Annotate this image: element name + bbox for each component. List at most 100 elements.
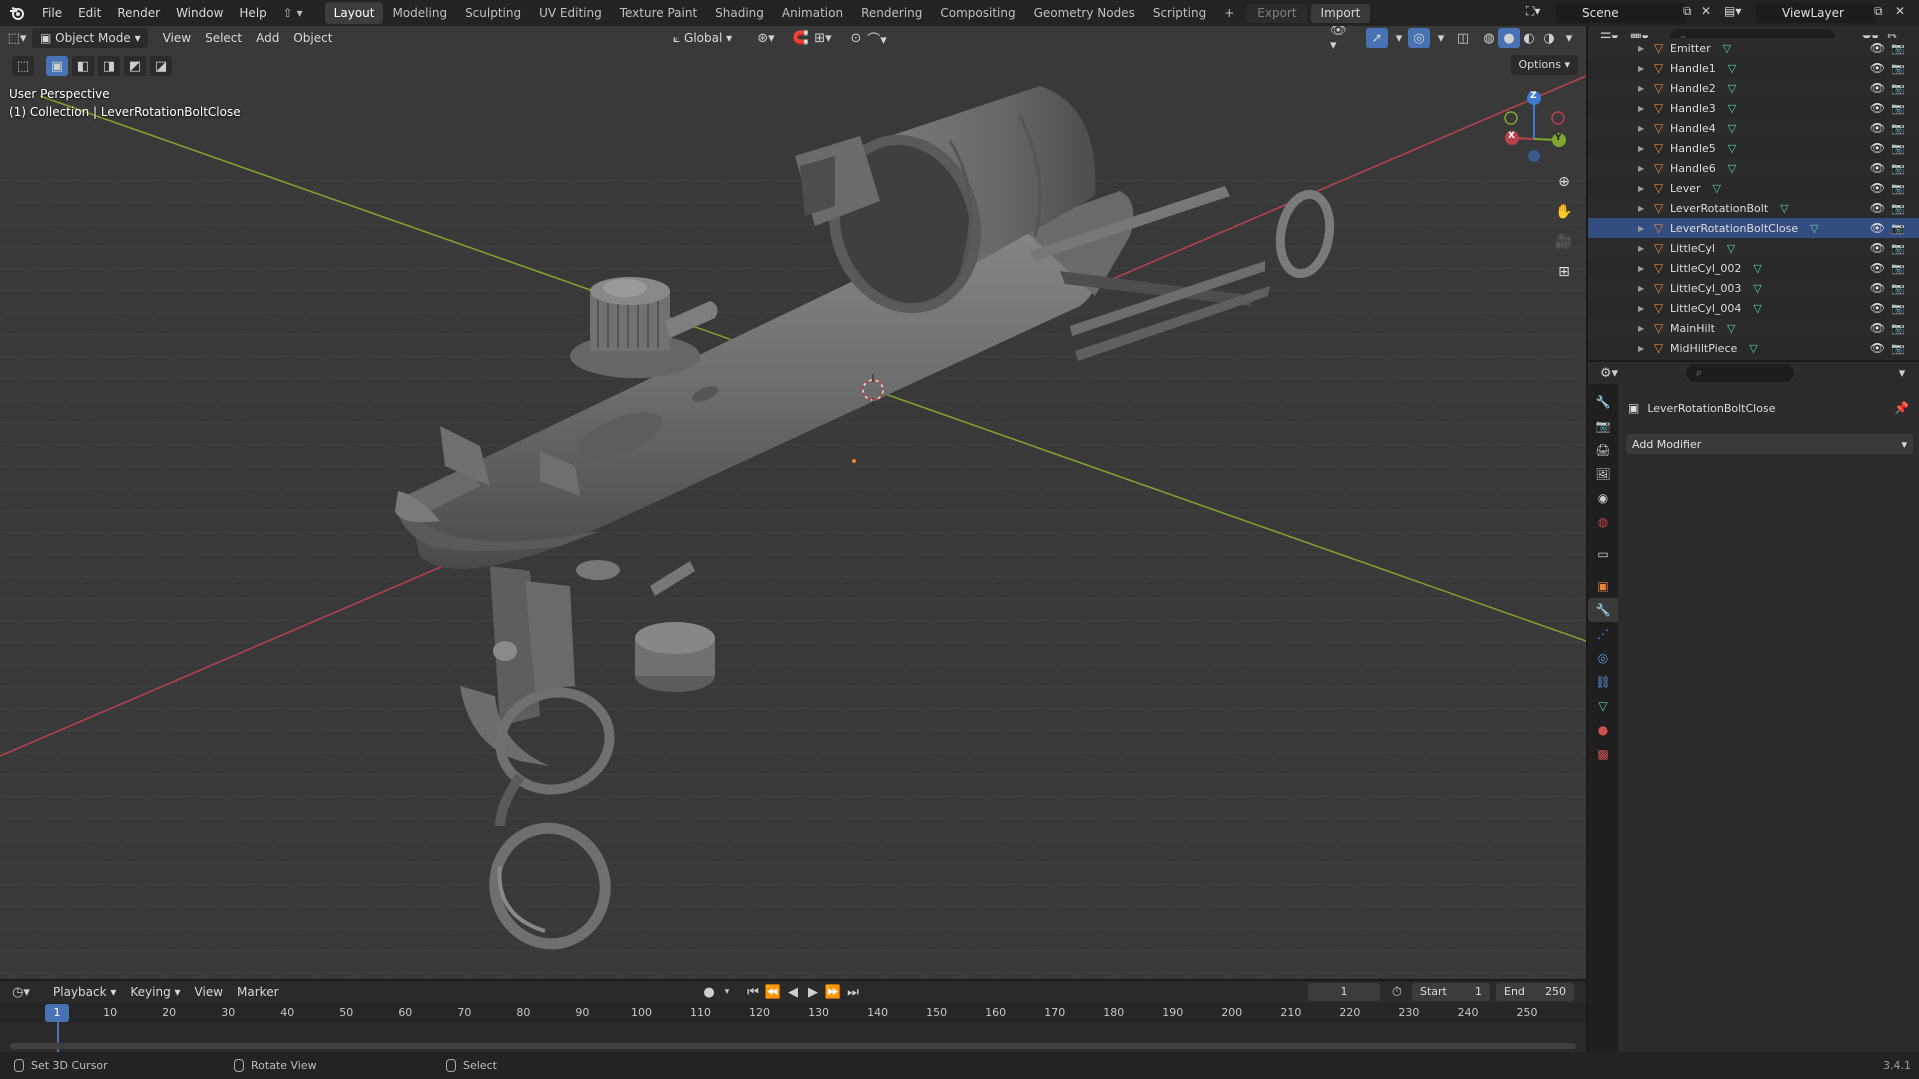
tool-tab-icon[interactable]: 🔧: [1588, 390, 1618, 414]
camera-icon[interactable]: 📷: [1891, 102, 1905, 115]
outliner-item-leverrotationboltclose[interactable]: ▶ ▽ LeverRotationBoltClose ▽ 👁 📷: [1588, 218, 1919, 238]
expand-arrow-icon[interactable]: ▶: [1638, 44, 1650, 53]
mesh-data-icon[interactable]: ▽: [1753, 262, 1761, 275]
timeline-scrollbar[interactable]: [10, 1043, 1576, 1049]
scene-tab-icon[interactable]: ◉: [1588, 486, 1618, 510]
outliner-item-littlecyl-004[interactable]: ▶ ▽ LittleCyl_004 ▽ 👁 📷: [1588, 298, 1919, 318]
expand-arrow-icon[interactable]: ▶: [1638, 324, 1650, 333]
jump-end-icon[interactable]: ⏭: [842, 982, 864, 1002]
current-frame-indicator[interactable]: 1: [45, 1004, 69, 1022]
expand-arrow-icon[interactable]: ▶: [1638, 104, 1650, 113]
snap-target-icon[interactable]: ⊞▾: [812, 28, 834, 48]
eye-icon[interactable]: 👁: [1870, 61, 1885, 75]
expand-arrow-icon[interactable]: ▶: [1638, 64, 1650, 73]
mesh-data-icon[interactable]: ▽: [1728, 142, 1736, 155]
outliner-item-label[interactable]: LeverRotationBolt: [1670, 202, 1768, 215]
tab-scripting[interactable]: Scripting: [1144, 2, 1215, 24]
new-scene-icon[interactable]: ⧉: [1683, 4, 1692, 19]
expand-arrow-icon[interactable]: ▶: [1638, 244, 1650, 253]
outliner-item-label[interactable]: Handle4: [1670, 122, 1716, 135]
eye-icon[interactable]: 👁: [1870, 161, 1885, 175]
play-reverse-icon[interactable]: ◀: [782, 982, 804, 1002]
outliner-item-label[interactable]: LittleCyl_004: [1670, 302, 1741, 315]
eye-icon[interactable]: 👁: [1870, 201, 1885, 215]
particles-tab-icon[interactable]: ⋰: [1588, 622, 1618, 646]
mesh-data-icon[interactable]: ▽: [1728, 122, 1736, 135]
eye-icon[interactable]: 👁: [1870, 181, 1885, 195]
mesh-data-icon[interactable]: ▽: [1713, 182, 1721, 195]
physics-tab-icon[interactable]: ◎: [1588, 646, 1618, 670]
mesh-data-icon[interactable]: ▽: [1728, 62, 1736, 75]
menu-view[interactable]: View: [156, 28, 198, 48]
outliner-item-handle6[interactable]: ▶ ▽ Handle6 ▽ 👁 📷: [1588, 158, 1919, 178]
camera-icon[interactable]: 📷: [1891, 302, 1905, 315]
import-button[interactable]: Import: [1310, 3, 1371, 23]
tab-rendering[interactable]: Rendering: [852, 2, 931, 24]
gizmo-dropdown-icon[interactable]: ▾: [1388, 28, 1410, 48]
outliner-item-littlecyl-002[interactable]: ▶ ▽ LittleCyl_002 ▽ 👁 📷: [1588, 258, 1919, 278]
material-tab-icon[interactable]: ●: [1588, 718, 1618, 742]
expand-arrow-icon[interactable]: ▶: [1638, 164, 1650, 173]
world-tab-icon[interactable]: ◍: [1588, 510, 1618, 534]
eye-icon[interactable]: 👁: [1870, 101, 1885, 115]
new-view-layer-icon[interactable]: ⧉: [1874, 4, 1883, 19]
render-tab-icon[interactable]: 📷: [1588, 414, 1618, 438]
menu-add[interactable]: Add: [249, 28, 286, 48]
outliner-item-littlecyl-003[interactable]: ▶ ▽ LittleCyl_003 ▽ 👁 📷: [1588, 278, 1919, 298]
editor-type-icon[interactable]: ⬚▾: [6, 28, 28, 48]
delete-view-layer-icon[interactable]: ✕: [1895, 4, 1905, 18]
menu-object[interactable]: Object: [286, 28, 339, 48]
preview-range-icon[interactable]: ⏱: [1386, 982, 1408, 1002]
mesh-data-icon[interactable]: ▽: [1749, 342, 1757, 355]
outliner-item-label[interactable]: Handle3: [1670, 102, 1716, 115]
outliner-item-label[interactable]: Handle6: [1670, 162, 1716, 175]
outliner-item-midhiltpiece[interactable]: ▶ ▽ MidHiltPiece ▽ 👁 📷: [1588, 338, 1919, 358]
data-tab-icon[interactable]: ▽: [1588, 694, 1618, 718]
mesh-data-icon[interactable]: ▽: [1753, 302, 1761, 315]
eye-icon[interactable]: 👁: [1870, 341, 1885, 355]
outliner-item-label[interactable]: Emitter: [1670, 42, 1711, 55]
delete-scene-icon[interactable]: ✕: [1701, 4, 1711, 18]
eye-icon[interactable]: 👁: [1870, 241, 1885, 255]
ortho-toggle-icon[interactable]: ⊞: [1552, 260, 1576, 284]
play-icon[interactable]: ▶: [802, 982, 824, 1002]
menu-window[interactable]: Window: [168, 0, 231, 26]
camera-icon[interactable]: 📷: [1891, 342, 1905, 355]
view-layer-icon[interactable]: ▤▾: [1724, 4, 1741, 18]
camera-icon[interactable]: 📷: [1891, 62, 1905, 75]
proportional-edit-icon[interactable]: ⊙: [845, 28, 867, 48]
outliner-item-label[interactable]: LittleCyl_002: [1670, 262, 1741, 275]
camera-icon[interactable]: 📷: [1891, 242, 1905, 255]
mesh-data-icon[interactable]: ▽: [1780, 202, 1788, 215]
export-button[interactable]: Export: [1247, 3, 1307, 23]
eye-icon[interactable]: 👁: [1870, 141, 1885, 155]
eye-icon[interactable]: 👁: [1870, 221, 1885, 235]
collection-tab-icon[interactable]: ▭: [1588, 542, 1618, 566]
blender-logo-icon[interactable]: [0, 5, 34, 21]
outliner-item-leverrotationbolt[interactable]: ▶ ▽ LeverRotationBolt ▽ 👁 📷: [1588, 198, 1919, 218]
menu-render[interactable]: Render: [109, 0, 168, 26]
menu-timeline-view[interactable]: View: [188, 982, 230, 1002]
mesh-data-icon[interactable]: ▽: [1727, 242, 1735, 255]
add-modifier-dropdown[interactable]: Add Modifier ▾: [1626, 434, 1913, 454]
outliner-item-handle3[interactable]: ▶ ▽ Handle3 ▽ 👁 📷: [1588, 98, 1919, 118]
camera-icon[interactable]: 📷: [1891, 322, 1905, 335]
menu-marker[interactable]: Marker: [230, 982, 285, 1002]
modifiers-tab-icon[interactable]: 🔧: [1588, 598, 1618, 622]
properties-options-icon[interactable]: ▾: [1891, 363, 1913, 383]
camera-icon[interactable]: 📷: [1891, 142, 1905, 155]
properties-editor-type-icon[interactable]: ⚙▾: [1598, 363, 1620, 383]
expand-arrow-icon[interactable]: ▶: [1638, 264, 1650, 273]
select-tool-icon[interactable]: ⬚: [12, 56, 34, 76]
pin-icon[interactable]: 📌: [1894, 401, 1909, 415]
outliner-item-handle2[interactable]: ▶ ▽ Handle2 ▽ 👁 📷: [1588, 78, 1919, 98]
select-subtract-icon[interactable]: ◨: [98, 56, 120, 76]
mesh-data-icon[interactable]: ▽: [1727, 322, 1735, 335]
pan-hand-icon[interactable]: ✋: [1552, 200, 1576, 224]
timeline-ruler[interactable]: 10 20 30 40 50 60 70 80 90 100 110 120 130 140 150 160 1…: [0, 1003, 1586, 1023]
jump-keyframe-back-icon[interactable]: ⏪: [762, 982, 784, 1002]
properties-search-input[interactable]: ⌕: [1686, 364, 1794, 382]
tab-layout[interactable]: Layout: [324, 2, 384, 24]
visibility-filter-icon[interactable]: 👁▾: [1330, 26, 1352, 53]
expand-arrow-icon[interactable]: ▶: [1638, 304, 1650, 313]
